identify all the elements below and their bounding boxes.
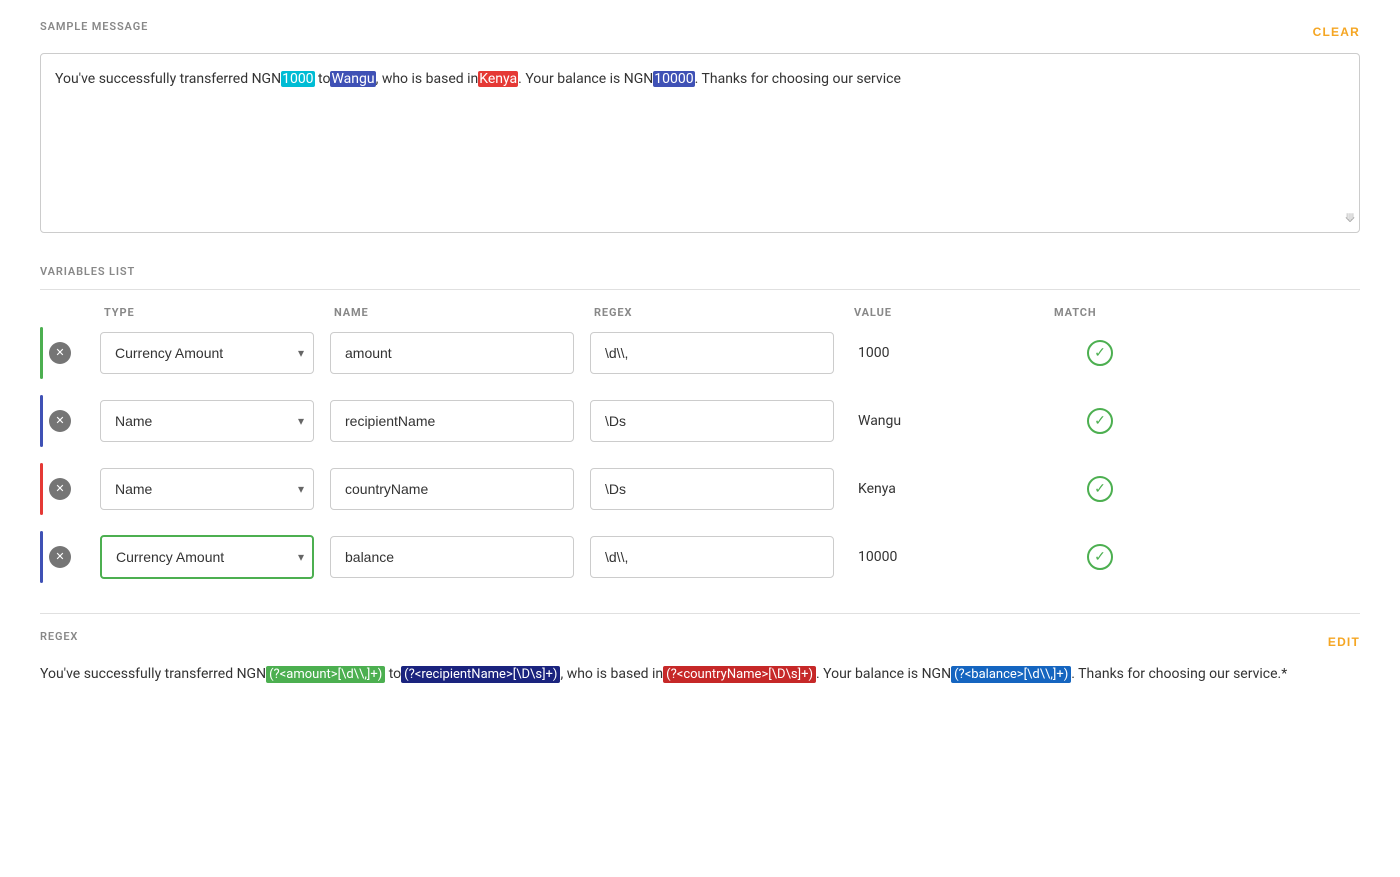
message-prefix: You've successfully transferred NGN <box>55 71 281 87</box>
name-input-1[interactable] <box>330 332 574 374</box>
regex-label: REGEX <box>40 630 78 643</box>
remove-button-3[interactable] <box>49 478 71 500</box>
type-select-3[interactable]: Currency Amount Name Date Phone Number E… <box>100 468 314 510</box>
type-wrapper-3: Currency Amount Name Date Phone Number E… <box>100 468 314 510</box>
balance-highlight: 10000 <box>653 71 694 87</box>
name-input-4[interactable] <box>330 536 574 578</box>
sample-message-label: SAMPLE MESSAGE <box>40 20 148 33</box>
regex-prefix: You've successfully transferred NGN <box>40 666 266 682</box>
value-cell-1: 1000 <box>850 345 1050 361</box>
table-row: Currency Amount Name Date Phone Number E… <box>40 463 1360 515</box>
remove-button-1[interactable] <box>49 342 71 364</box>
match-cell-3: ✓ <box>1050 476 1150 502</box>
edit-button[interactable]: EDIT <box>1328 635 1360 649</box>
match-cell-1: ✓ <box>1050 340 1150 366</box>
match-cell-4: ✓ <box>1050 544 1150 570</box>
table-row: Currency Amount Name Date Phone Number E… <box>40 395 1360 447</box>
match-cell-2: ✓ <box>1050 408 1150 434</box>
value-cell-2: Wangu <box>850 413 1050 429</box>
match-icon-3: ✓ <box>1087 476 1113 502</box>
regex-wrapper-3 <box>590 468 834 510</box>
type-wrapper-1: Currency Amount Name Date Phone Number E… <box>100 332 314 374</box>
match-icon-1: ✓ <box>1087 340 1113 366</box>
regex-input-4[interactable] <box>590 536 834 578</box>
regex-wrapper-1 <box>590 332 834 374</box>
resize-handle: ⟱ <box>1345 209 1355 228</box>
row-indicator-3 <box>40 463 100 515</box>
type-wrapper-4: Currency Amount Name Date Phone Number E… <box>100 535 314 579</box>
col-regex: REGEX <box>590 306 850 319</box>
message-suffix1: . Your balance is NGN <box>518 71 653 87</box>
amount-highlight: 1000 <box>281 71 314 87</box>
type-select-2[interactable]: Currency Amount Name Date Phone Number E… <box>100 400 314 442</box>
type-wrapper-2: Currency Amount Name Date Phone Number E… <box>100 400 314 442</box>
table-row: Currency Amount Name Date Phone Number E… <box>40 531 1360 583</box>
message-middle2: , who is based in <box>376 71 479 87</box>
regex-suffix2: . Thanks for choosing our service.* <box>1071 666 1287 682</box>
country-highlight: Kenya <box>478 71 518 87</box>
col-type: TYPE <box>100 306 330 319</box>
remove-button-4[interactable] <box>49 546 71 568</box>
remove-button-2[interactable] <box>49 410 71 432</box>
regex-amount-part: (?<amount>[\d\\,]+) <box>266 666 385 683</box>
clear-button[interactable]: CLEAR <box>1313 25 1360 39</box>
name-wrapper-1 <box>330 332 574 374</box>
regex-input-1[interactable] <box>590 332 834 374</box>
color-bar-blue-2 <box>40 531 43 583</box>
row-indicator-2 <box>40 395 100 447</box>
value-cell-4: 10000 <box>850 549 1050 565</box>
col-name: NAME <box>330 306 590 319</box>
regex-wrapper-2 <box>590 400 834 442</box>
recipient-highlight: Wangu <box>330 71 375 87</box>
name-input-2[interactable] <box>330 400 574 442</box>
row-indicator-1 <box>40 327 100 379</box>
type-select-1[interactable]: Currency Amount Name Date Phone Number E… <box>100 332 314 374</box>
regex-middle2: , who is based in <box>560 666 663 682</box>
message-suffix2: . Thanks for choosing our service <box>695 71 901 87</box>
regex-input-2[interactable] <box>590 400 834 442</box>
col-value: VALUE <box>850 306 1050 319</box>
variables-divider <box>40 289 1360 290</box>
table-header: TYPE NAME REGEX VALUE MATCH <box>40 306 1360 327</box>
regex-header: REGEX EDIT <box>40 630 1360 653</box>
message-middle1: to <box>315 71 331 87</box>
row-indicator-4 <box>40 531 100 583</box>
match-icon-4: ✓ <box>1087 544 1113 570</box>
type-select-4[interactable]: Currency Amount Name Date Phone Number E… <box>100 535 314 579</box>
color-bar-blue <box>40 395 43 447</box>
name-wrapper-3 <box>330 468 574 510</box>
regex-balance-part: (?<balance>[\d\\,]+) <box>951 666 1071 683</box>
name-input-3[interactable] <box>330 468 574 510</box>
regex-middle1: to <box>385 666 401 682</box>
col-empty <box>40 306 100 319</box>
match-icon-2: ✓ <box>1087 408 1113 434</box>
variables-section: VARIABLES LIST TYPE NAME REGEX VALUE MAT… <box>40 263 1360 583</box>
color-bar-red <box>40 463 43 515</box>
regex-suffix1: . Your balance is NGN <box>816 666 951 682</box>
regex-input-3[interactable] <box>590 468 834 510</box>
regex-country-part: (?<countryName>[\D\s]+) <box>663 666 816 683</box>
value-cell-3: Kenya <box>850 481 1050 497</box>
variables-list-label: VARIABLES LIST <box>40 265 135 278</box>
regex-content: You've successfully transferred NGN(?<am… <box>40 663 1360 687</box>
sample-message-box[interactable]: You've successfully transferred NGN1000 … <box>40 53 1360 233</box>
regex-section: REGEX EDIT You've successfully transferr… <box>40 613 1360 687</box>
color-bar-green <box>40 327 43 379</box>
name-wrapper-4 <box>330 536 574 578</box>
name-wrapper-2 <box>330 400 574 442</box>
table-row: Currency Amount Name Date Phone Number E… <box>40 327 1360 379</box>
regex-recipient-part: (?<recipientName>[\D\s]+) <box>401 666 560 683</box>
col-match: MATCH <box>1050 306 1150 319</box>
regex-wrapper-4 <box>590 536 834 578</box>
